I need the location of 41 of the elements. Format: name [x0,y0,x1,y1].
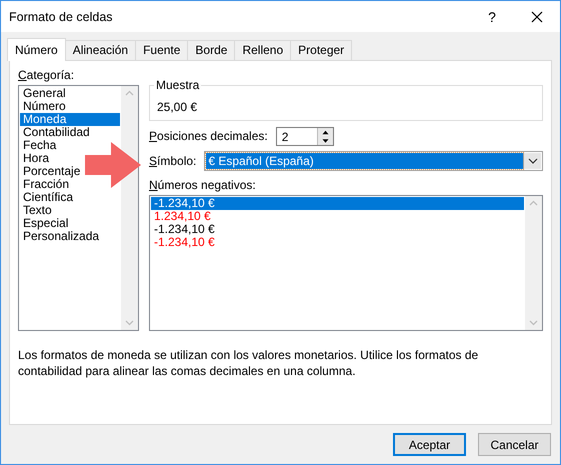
scroll-up-icon[interactable] [125,90,134,96]
sample-value: 25,00 € [157,100,198,114]
list-item[interactable]: Científica [20,191,76,204]
scroll-down-icon[interactable] [125,320,134,326]
list-item[interactable]: Moneda [20,113,120,126]
list-item[interactable]: Texto [20,204,55,217]
spin-field[interactable]: 2 [276,127,334,146]
caret-icon[interactable] [528,158,538,164]
list-item[interactable]: Contabilidad [20,126,93,139]
scroll-up-icon[interactable] [529,200,538,206]
list-item[interactable]: Fecha [20,139,60,152]
symbol-dropdown[interactable]: € Español (España) [204,151,543,171]
list-item[interactable]: Hora [20,152,52,165]
help-button[interactable]: ? [470,8,514,24]
list-item[interactable]: -1.234,10 € [151,223,218,236]
list-item[interactable]: Porcentaje [20,165,84,178]
description-text: Los formatos de moneda se utilizan con los valores monetarios. Utilice los formatos de contabilidad para alinear las comas decimales en una columna. [18,347,480,379]
field-label: Categoría: [18,69,76,82]
list-item[interactable]: 1.234,10 € [151,210,214,223]
scroll-down-icon[interactable] [529,320,538,326]
pointer-arrow-icon [85,142,141,188]
tab[interactable]: Número [7,38,66,61]
field-label: Números negativos: [149,179,257,192]
close-icon[interactable] [531,10,543,22]
list-item[interactable]: -1.234,10 € [151,197,524,210]
list-item[interactable]: Personalizada [20,230,102,243]
window-title: Formato de celdas [9,10,114,24]
list-item[interactable]: General [20,87,69,100]
field-label: Posiciones decimales: [149,130,268,143]
field-label: Símbolo: [149,154,196,168]
spin-up-icon[interactable] [318,128,333,136]
group-label: Muestra [154,78,202,92]
scrollbar[interactable] [525,196,542,330]
list-item[interactable]: Especial [20,217,72,230]
list-item[interactable]: -1.234,10 € [151,236,218,249]
dialog-button[interactable]: Aceptar [393,433,466,456]
scrollbar[interactable] [121,86,138,330]
tab[interactable]: Proteger [290,40,352,60]
dialog-button[interactable]: Cancelar [478,433,551,456]
list-item[interactable]: Número [20,100,69,113]
list-item[interactable]: Fracción [20,178,72,191]
